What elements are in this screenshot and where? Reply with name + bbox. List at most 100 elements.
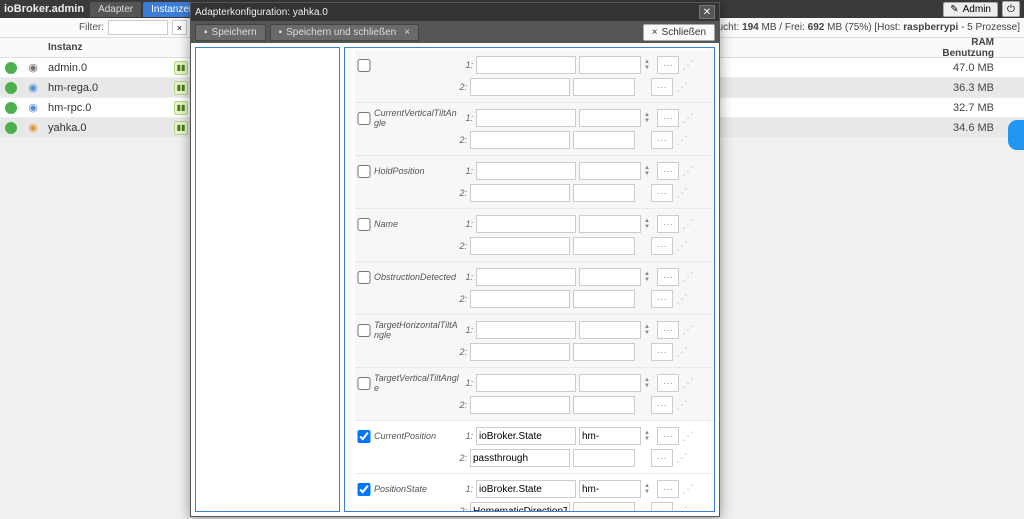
conversion-function-select[interactable] [470,131,570,149]
conversion-param-input[interactable] [573,343,635,361]
inout-param-input[interactable] [579,268,641,286]
conversion-function-select[interactable] [470,237,570,255]
feedback-bubble[interactable] [1008,120,1024,150]
spinner-icon[interactable]: ▲▼ [644,218,654,230]
spinner-icon[interactable]: ▲▼ [644,165,654,177]
inout-function-select[interactable] [476,162,576,180]
spinner-icon[interactable]: ▲▼ [644,324,654,336]
more-button[interactable]: ··· [657,374,679,392]
inout-function-select[interactable] [476,480,576,498]
more-button[interactable]: ··· [657,268,679,286]
conversion-param-input[interactable] [573,131,635,149]
characteristic-block: PositionState1:▲▼···⋰2:···⋰ [355,474,714,512]
inout-param-input[interactable] [579,162,641,180]
spinner-icon[interactable]: ▲▼ [644,483,654,495]
conversion-function-select[interactable] [470,502,570,512]
characteristic-checkbox[interactable] [357,59,371,72]
inout-param-input[interactable] [579,321,641,339]
inout-param-input[interactable] [579,56,641,74]
inout-param-input[interactable] [579,215,641,233]
close-button[interactable]: ×Schließen [643,24,715,41]
conversion-param-input[interactable] [573,184,635,202]
conversion-param-input[interactable] [573,502,635,512]
more-button[interactable]: ··· [651,131,673,149]
conversion-function-select[interactable] [470,396,570,414]
conversion-function-select[interactable] [470,343,570,361]
characteristic-checkbox[interactable] [357,324,371,337]
spinner-icon[interactable]: ▲▼ [644,59,654,71]
inout-function-select[interactable] [476,215,576,233]
inout-function-select[interactable] [476,268,576,286]
play-pause-button[interactable]: ▮▮ [174,61,188,75]
more-button[interactable]: ··· [651,184,673,202]
characteristic-checkbox[interactable] [357,218,371,231]
inout-param-input[interactable] [579,374,641,392]
more-button[interactable]: ··· [651,78,673,96]
characteristic-checkbox[interactable] [357,430,371,443]
conversion-function-select[interactable] [470,184,570,202]
filter-clear-button[interactable]: × [172,20,187,35]
more-button[interactable]: ··· [657,321,679,339]
adapter-icon: ◉ [26,81,40,95]
more-button[interactable]: ··· [651,290,673,308]
device-list-pane[interactable] [195,47,340,512]
play-pause-button[interactable]: ▮▮ [174,121,188,135]
spinner-icon[interactable]: ▲▼ [644,377,654,389]
admin-button[interactable]: ✎ Admin [943,2,998,17]
status-dot [5,82,17,94]
spinner-icon[interactable]: ▲▼ [644,430,654,442]
more-button[interactable]: ··· [657,56,679,74]
filter-label: Filter: [4,22,104,33]
inout-function-select[interactable] [476,321,576,339]
play-pause-button[interactable]: ▮▮ [174,81,188,95]
exit-button[interactable]: ⏻ [1002,1,1020,17]
inout-param-input[interactable] [579,427,641,445]
more-button[interactable]: ··· [657,162,679,180]
more-button[interactable]: ··· [657,109,679,127]
characteristic-checkbox[interactable] [357,377,371,390]
tab-adapter[interactable]: Adapter [90,2,141,17]
more-button[interactable]: ··· [651,502,673,512]
inout-function-select[interactable] [476,374,576,392]
inout-function-select[interactable] [476,427,576,445]
conversion-param-input[interactable] [573,78,635,96]
characteristic-checkbox[interactable] [357,165,371,178]
modal-close-x[interactable]: ✕ [699,5,715,19]
conversion-function-select[interactable] [470,449,570,467]
conversion-function-select[interactable] [470,78,570,96]
characteristic-checkbox[interactable] [357,271,371,284]
conversion-param-input[interactable] [573,290,635,308]
characteristic-checkbox[interactable] [357,112,371,125]
more-button[interactable]: ··· [657,480,679,498]
conversion-function-select[interactable] [470,290,570,308]
characteristic-checkbox[interactable] [357,483,371,496]
inout-param-input[interactable] [579,109,641,127]
more-button[interactable]: ··· [651,396,673,414]
save-button[interactable]: ▪Speichern [195,24,266,41]
conversion-param-input[interactable] [573,396,635,414]
row-index-1: 1: [463,272,473,282]
more-button[interactable]: ··· [657,427,679,445]
inout-param-input[interactable] [579,480,641,498]
resize-handle-icon: ⋰ [676,186,684,200]
more-button[interactable]: ··· [651,449,673,467]
filter-input[interactable] [108,20,168,35]
play-pause-button[interactable]: ▮▮ [174,101,188,115]
more-button[interactable]: ··· [651,343,673,361]
characteristic-label: Name [374,219,460,229]
spinner-icon[interactable]: ▲▼ [644,271,654,283]
resize-handle-icon: ⋰ [682,482,690,496]
conversion-param-input[interactable] [573,237,635,255]
inout-function-select[interactable] [476,109,576,127]
more-button[interactable]: ··· [657,215,679,233]
conversion-param-input[interactable] [573,449,635,467]
characteristic-label: TargetHorizontalTiltAngle [374,320,460,340]
row-index-1: 1: [463,484,473,494]
spinner-icon[interactable]: ▲▼ [644,112,654,124]
inout-function-select[interactable] [476,56,576,74]
header-ram: RAM Benutzung [934,37,1004,59]
more-button[interactable]: ··· [651,237,673,255]
pencil-icon: ✎ [950,4,958,15]
characteristic-label: CurrentPosition [374,431,460,441]
save-close-button[interactable]: ▪Speichern und schließen× [270,24,419,41]
